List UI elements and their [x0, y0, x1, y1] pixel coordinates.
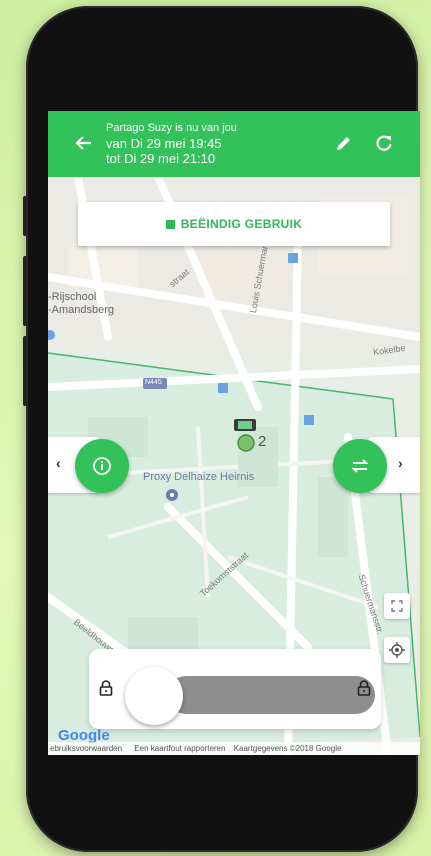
map-road-badge: N445	[145, 379, 162, 386]
app-header: Partago Suzy is nu van jou van Di 29 mei…	[48, 111, 420, 177]
swap-button[interactable]	[333, 439, 387, 493]
map-attribution: ebruiksvoorwaarden Een kaartfout rapport…	[48, 742, 420, 755]
swap-arrows-icon	[351, 459, 369, 473]
phone-side-button	[23, 196, 27, 236]
rental-info: Partago Suzy is nu van jou van Di 29 mei…	[106, 121, 237, 166]
chevron-right-icon[interactable]: ›	[398, 455, 403, 471]
fullscreen-icon	[391, 600, 403, 612]
lock-icon	[357, 680, 371, 696]
chevron-left-icon[interactable]: ‹	[56, 455, 61, 471]
end-use-label: BEËINDIG GEBRUIK	[180, 217, 303, 231]
app-screen: -Rijschool -Amandsberg N445 Louis Schuer…	[48, 111, 420, 755]
pencil-icon[interactable]	[334, 133, 354, 153]
phone-side-button	[23, 336, 27, 406]
vehicle-count: 2	[258, 433, 267, 450]
report-map-error-link[interactable]: Een kaartfout rapporteren	[134, 744, 225, 753]
slider-thumb[interactable]	[125, 667, 183, 725]
map-poi-label: Proxy Delhaize Heirnis	[143, 471, 255, 483]
my-location-icon	[389, 642, 405, 658]
map-label-school: -Amandsberg	[48, 304, 115, 316]
end-use-button[interactable]: BEËINDIG GEBRUIK	[78, 202, 390, 246]
stop-square-icon	[165, 219, 175, 229]
map-data-text: Kaartgegevens ©2018 Google	[233, 744, 342, 753]
rental-status: Partago Suzy is nu van jou	[106, 122, 237, 134]
refresh-icon[interactable]	[374, 133, 394, 153]
rental-start: van Di 29 mei 19:45	[106, 136, 222, 151]
fullscreen-button[interactable]	[384, 593, 410, 619]
phone-side-button	[23, 256, 27, 326]
rental-end: tot Di 29 mei 21:10	[106, 151, 216, 166]
lock-slider-card	[89, 649, 381, 729]
arrow-left-icon[interactable]	[74, 133, 94, 153]
info-button[interactable]	[75, 439, 129, 493]
slider-track[interactable]	[167, 676, 375, 714]
terms-link[interactable]: ebruiksvoorwaarden	[50, 744, 122, 753]
my-location-button[interactable]	[384, 637, 410, 663]
map-label-school: -Rijschool	[48, 291, 97, 303]
info-icon	[93, 457, 111, 475]
lock-icon	[99, 680, 113, 696]
